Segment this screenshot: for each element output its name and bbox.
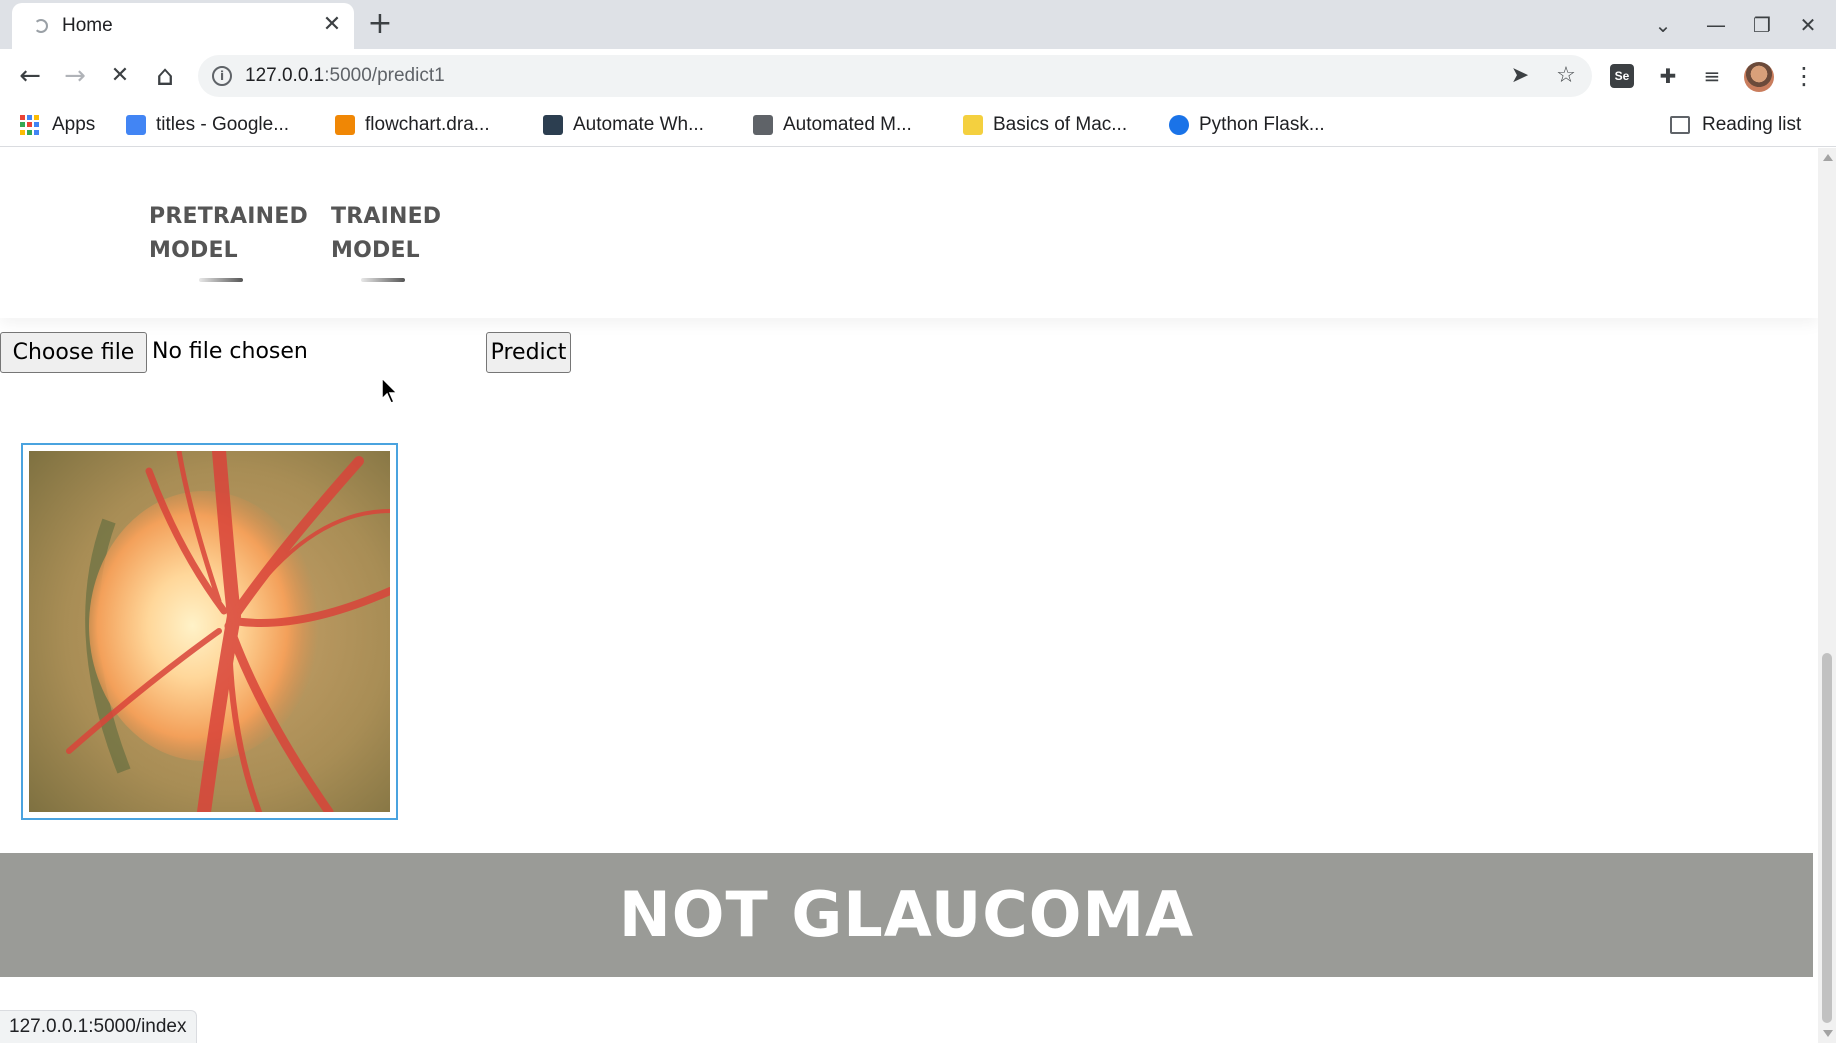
nav-label-line2: MODEL — [149, 238, 238, 263]
back-icon[interactable]: ← — [12, 58, 48, 94]
menu-icon[interactable]: ⋮ — [1788, 60, 1820, 92]
bookmark-item[interactable]: Python Flask... — [1169, 111, 1325, 139]
stop-loading-icon[interactable]: ✕ — [102, 58, 138, 94]
prediction-result-banner: NOT GLAUCOMA — [0, 853, 1813, 977]
bookmarks-bar: Apps titles - Google... flowchart.dra...… — [0, 103, 1836, 147]
choose-file-button[interactable]: Choose file — [0, 332, 147, 373]
restore-icon[interactable]: ❐ — [1745, 8, 1779, 42]
tab-home[interactable]: Home ✕ — [12, 3, 354, 49]
reading-list-icon — [1670, 116, 1690, 134]
scroll-down-arrow-icon[interactable] — [1823, 1030, 1833, 1037]
nav-label-line1: PRETRAINED — [149, 204, 308, 229]
window-close-icon[interactable]: ✕ — [1791, 8, 1825, 42]
address-bar[interactable]: i 127.0.0.1:5000/predict1 ➤ ☆ — [198, 55, 1592, 97]
bookmark-label: flowchart.dra... — [365, 114, 490, 135]
prediction-result-text: NOT GLAUCOMA — [618, 878, 1195, 951]
bookmark-item[interactable]: Basics of Mac... — [963, 111, 1127, 139]
bookmark-apps[interactable]: Apps — [20, 111, 95, 139]
nav-underline — [199, 278, 243, 282]
person-icon — [753, 115, 773, 135]
reading-list-label: Reading list — [1702, 114, 1802, 135]
bookmark-label: Automate Wh... — [573, 114, 704, 135]
extensions-puzzle-icon[interactable]: ✚ — [1652, 60, 1684, 92]
forward-icon[interactable]: → — [57, 58, 93, 94]
tab-search-icon[interactable]: ⌄ — [1646, 8, 1680, 42]
tab-title: Home — [62, 15, 113, 36]
link-status-bubble: 127.0.0.1:5000/index — [0, 1010, 197, 1043]
minimize-icon[interactable]: — — [1699, 8, 1733, 42]
nav-trained-model[interactable]: TRAINED MODEL — [331, 200, 441, 268]
google-docs-icon — [126, 115, 146, 135]
nav-underline — [361, 278, 405, 282]
scrollbar-thumb[interactable] — [1822, 653, 1832, 1023]
apps-grid-icon — [20, 115, 40, 135]
fundus-image — [29, 451, 390, 812]
loading-icon — [34, 19, 48, 33]
file-status-text: No file chosen — [152, 339, 308, 364]
drawio-icon — [335, 115, 355, 135]
url-text[interactable]: 127.0.0.1:5000/predict1 — [245, 65, 445, 87]
nav-pretrained-model[interactable]: PRETRAINED MODEL — [149, 200, 308, 268]
profile-avatar[interactable] — [1744, 62, 1774, 92]
bookmark-item[interactable]: titles - Google... — [126, 111, 289, 139]
selenium-extension-icon[interactable]: Se — [1610, 64, 1634, 88]
r-icon — [1169, 115, 1189, 135]
send-tab-icon[interactable]: ➤ — [1505, 61, 1535, 91]
predict-button[interactable]: Predict — [486, 332, 571, 373]
tab-strip: Home ✕ + ⌄ — ❐ ✕ — [0, 0, 1836, 49]
bookmark-label: Apps — [52, 114, 96, 135]
nav-label-line1: TRAINED — [331, 204, 442, 229]
home-icon[interactable]: ⌂ — [147, 58, 183, 94]
bookmark-item[interactable]: flowchart.dra... — [335, 111, 490, 139]
new-tab-icon[interactable]: + — [364, 8, 396, 40]
bookmark-label: Basics of Mac... — [993, 114, 1128, 135]
bookmark-label: Python Flask... — [1199, 114, 1325, 135]
bookmark-item[interactable]: Automated M... — [753, 111, 912, 139]
site-info-icon[interactable]: i — [212, 66, 232, 86]
model-nav: PRETRAINED MODEL TRAINED MODEL — [0, 148, 1818, 318]
media-controls-icon[interactable]: ≡ — [1696, 60, 1728, 92]
close-tab-icon[interactable]: ✕ — [318, 11, 346, 39]
nav-label-line2: MODEL — [331, 238, 420, 263]
page-viewport: PRETRAINED MODEL TRAINED MODEL Choose fi… — [0, 148, 1818, 1043]
tds-icon — [543, 115, 563, 135]
bookmark-star-icon[interactable]: ☆ — [1551, 61, 1581, 91]
reading-list-button[interactable]: Reading list — [1670, 111, 1801, 139]
vertical-scrollbar[interactable] — [1818, 148, 1836, 1043]
coursera-icon — [963, 115, 983, 135]
browser-toolbar: ← → ✕ ⌂ i 127.0.0.1:5000/predict1 ➤ ☆ Se… — [0, 49, 1836, 103]
bookmark-label: Automated M... — [783, 114, 912, 135]
uploaded-image-frame — [21, 443, 398, 820]
bookmark-item[interactable]: Automate Wh... — [543, 111, 704, 139]
scroll-up-arrow-icon[interactable] — [1823, 154, 1833, 161]
mouse-cursor-icon — [381, 377, 399, 404]
bookmark-label: titles - Google... — [156, 114, 290, 135]
